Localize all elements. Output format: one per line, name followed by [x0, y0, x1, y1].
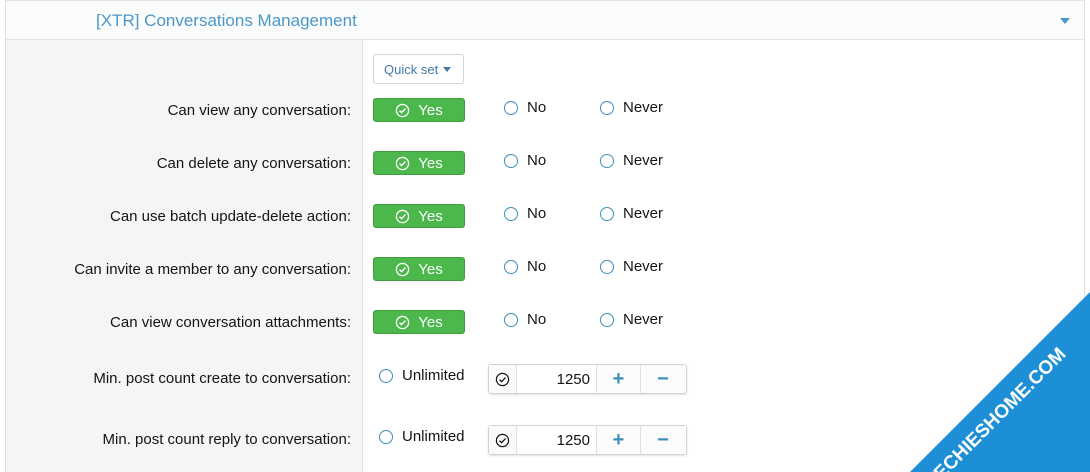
permission-label: Can view any conversation: — [167, 102, 351, 119]
check-circle-icon[interactable] — [489, 426, 517, 454]
never-option[interactable]: Never — [600, 258, 663, 275]
permission-row: Can view conversation attachments: Yes N… — [6, 308, 1084, 338]
post-count-input[interactable]: 1250 — [517, 426, 597, 454]
radio-circle[interactable] — [600, 153, 614, 168]
never-label: Never — [623, 99, 664, 116]
permission-label: Can use batch update-delete action: — [109, 208, 351, 225]
no-option[interactable]: No — [504, 258, 546, 275]
check-circle-icon — [396, 156, 410, 170]
count-row: Min. post count reply to conversation: U… — [6, 425, 1084, 455]
section-header[interactable]: [XTR] Conversations Management — [6, 0, 1084, 40]
yes-label: Yes — [418, 313, 443, 331]
permission-row: Can use batch update-delete action: Yes … — [6, 202, 1084, 232]
no-option[interactable]: No — [504, 205, 546, 222]
permission-label: Can view conversation attachments: — [110, 314, 351, 331]
no-option[interactable]: No — [504, 311, 546, 328]
decrement-button[interactable]: − — [641, 365, 685, 393]
radio-circle[interactable] — [600, 100, 614, 115]
yes-label: Yes — [418, 207, 443, 225]
unlimited-option[interactable]: Unlimited — [379, 367, 465, 384]
post-count-stepper: 1250 + − — [488, 364, 687, 394]
radio-circle[interactable] — [600, 259, 614, 274]
no-label: No — [527, 152, 547, 169]
yes-label: Yes — [418, 154, 443, 172]
count-row: Min. post count create to conversation: … — [6, 364, 1084, 394]
yes-option-selected[interactable]: Yes — [373, 151, 465, 175]
yes-label: Yes — [418, 101, 443, 119]
radio-circle[interactable] — [504, 153, 518, 168]
never-label: Never — [623, 152, 664, 169]
permission-label: Can delete any conversation: — [156, 155, 351, 172]
quick-set-label: Quick set — [384, 61, 439, 77]
never-option[interactable]: Never — [600, 311, 663, 328]
never-label: Never — [623, 311, 664, 328]
check-circle-icon — [396, 103, 410, 117]
check-circle-icon — [396, 262, 410, 276]
yes-option-selected[interactable]: Yes — [373, 204, 465, 228]
no-option[interactable]: No — [504, 99, 546, 116]
count-label: Min. post count reply to conversation: — [102, 431, 351, 448]
never-label: Never — [623, 258, 664, 275]
never-label: Never — [623, 205, 664, 222]
caret-down-icon[interactable] — [1058, 15, 1072, 27]
permission-row: Can invite a member to any conversation:… — [6, 255, 1084, 285]
never-option[interactable]: Never — [600, 152, 663, 169]
radio-circle[interactable] — [379, 368, 393, 383]
unlimited-label: Unlimited — [402, 367, 465, 384]
radio-circle[interactable] — [504, 312, 518, 327]
increment-button[interactable]: + — [597, 426, 641, 454]
no-label: No — [527, 258, 547, 275]
check-circle-icon[interactable] — [489, 365, 517, 393]
radio-circle[interactable] — [379, 429, 393, 444]
unlimited-option[interactable]: Unlimited — [379, 428, 465, 445]
never-option[interactable]: Never — [600, 205, 663, 222]
yes-option-selected[interactable]: Yes — [373, 98, 465, 122]
permission-row: Can delete any conversation: Yes No Neve… — [6, 149, 1084, 179]
increment-button[interactable]: + — [597, 365, 641, 393]
caret-down-icon — [443, 66, 452, 72]
radio-circle[interactable] — [600, 206, 614, 221]
no-option[interactable]: No — [504, 152, 546, 169]
count-label: Min. post count create to conversation: — [93, 370, 351, 387]
post-count-stepper: 1250 + − — [488, 425, 687, 455]
check-circle-icon — [396, 315, 410, 329]
radio-circle[interactable] — [504, 206, 518, 221]
no-label: No — [527, 205, 547, 222]
no-label: No — [527, 311, 547, 328]
never-option[interactable]: Never — [600, 99, 663, 116]
yes-option-selected[interactable]: Yes — [373, 310, 465, 334]
section-title: [XTR] Conversations Management — [96, 11, 357, 30]
radio-circle[interactable] — [600, 312, 614, 327]
unlimited-label: Unlimited — [402, 428, 465, 445]
yes-option-selected[interactable]: Yes — [373, 257, 465, 281]
decrement-button[interactable]: − — [641, 426, 685, 454]
no-label: No — [527, 99, 547, 116]
post-count-input[interactable]: 1250 — [517, 365, 597, 393]
permission-section: [XTR] Conversations Management Quick set… — [5, 0, 1085, 472]
check-circle-icon — [396, 209, 410, 223]
permission-row: Can view any conversation: Yes No Never — [6, 96, 1084, 126]
radio-circle[interactable] — [504, 259, 518, 274]
quick-set-button[interactable]: Quick set — [373, 54, 465, 84]
permission-label: Can invite a member to any conversation: — [74, 261, 351, 278]
yes-label: Yes — [418, 260, 443, 278]
radio-circle[interactable] — [504, 100, 518, 115]
